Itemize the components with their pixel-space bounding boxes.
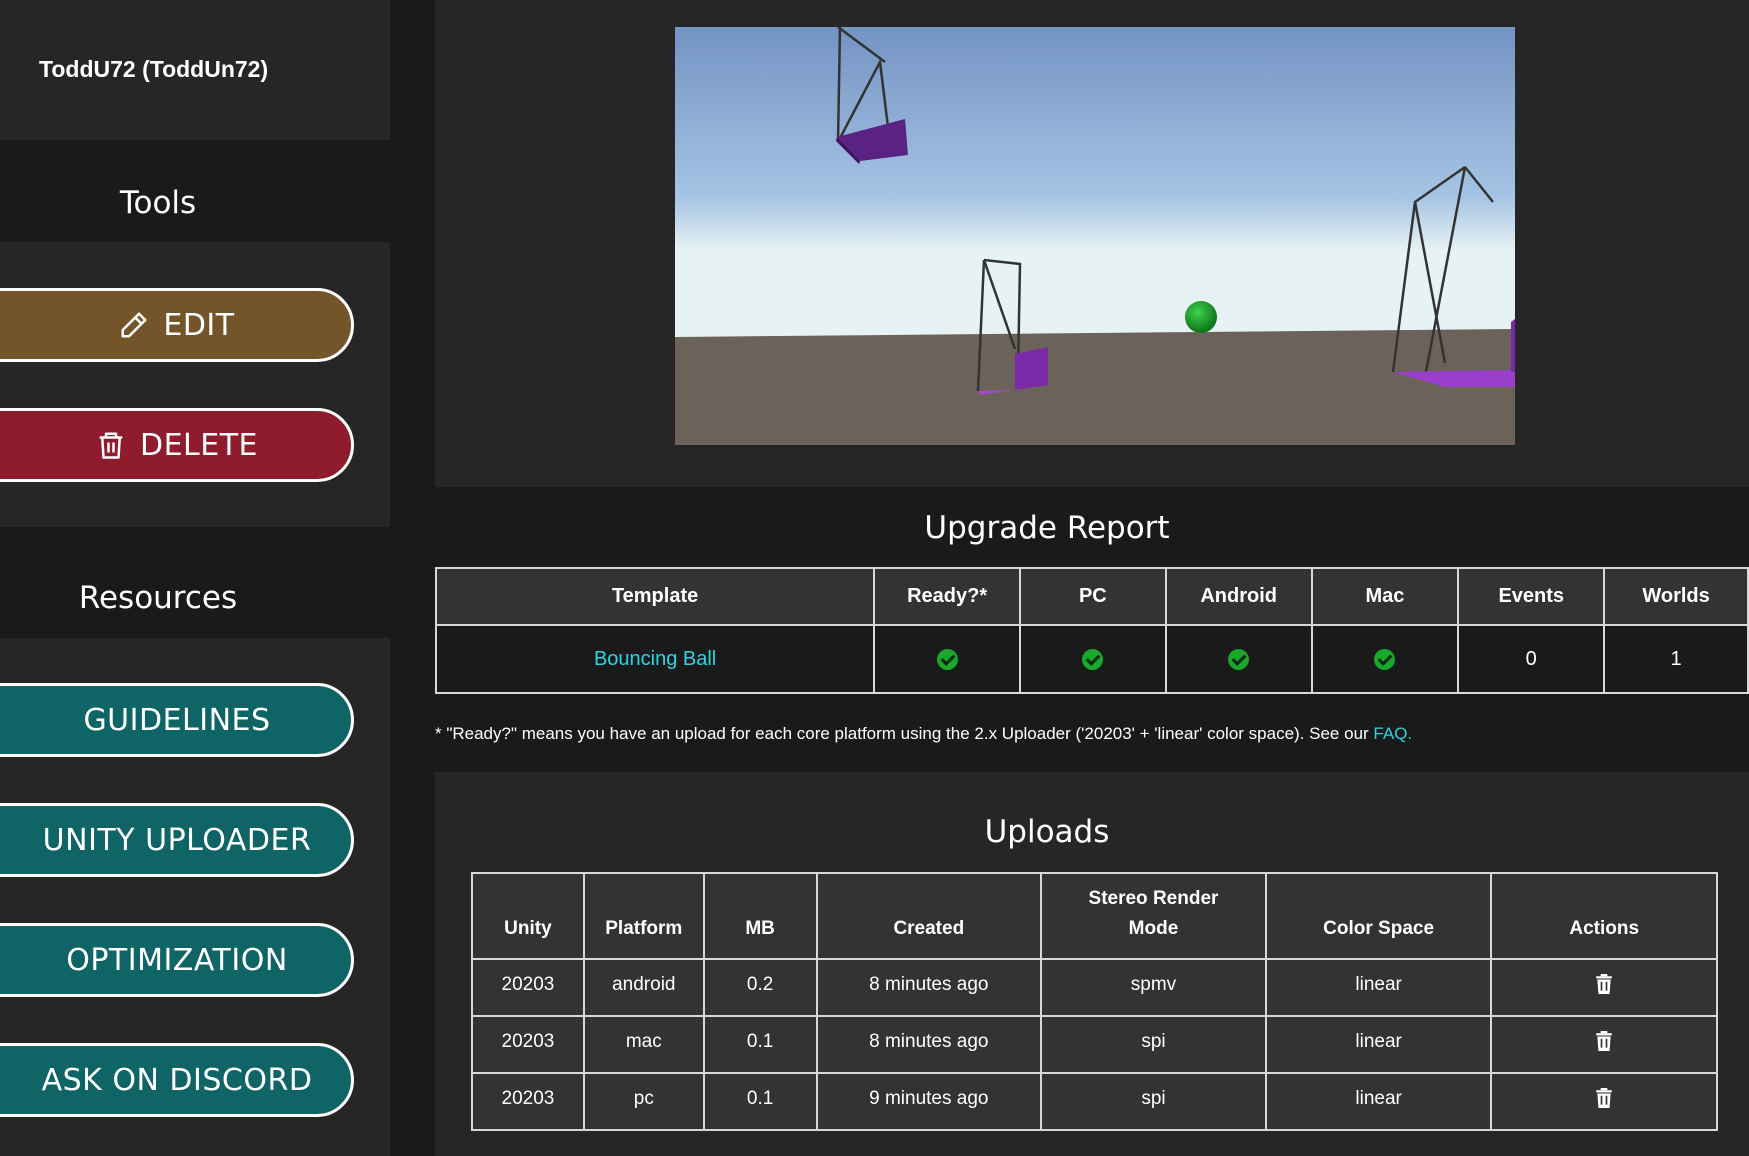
footnote-text: * "Ready?" means you have an upload for … xyxy=(435,724,1374,743)
table-row: Bouncing Ball 0 1 xyxy=(434,624,1749,694)
size-mb: 0.2 xyxy=(702,958,818,1017)
guidelines-label: GUIDELINES xyxy=(83,702,271,738)
column-header: Color Space xyxy=(1264,872,1493,960)
tools-heading: Tools xyxy=(119,185,197,221)
check-circle-icon xyxy=(1082,648,1104,670)
platform: android xyxy=(582,958,705,1017)
column-header: Android xyxy=(1164,567,1313,626)
ask-on-discord-label: ASK ON DISCORD xyxy=(41,1062,313,1098)
uploads-title: Uploads xyxy=(984,814,1110,850)
uploads-panel: Uploads Unity Platform MB Created Stereo… xyxy=(435,772,1749,1156)
column-header: Actions xyxy=(1490,872,1718,960)
table-row: 20203 android 0.2 8 minutes ago spmv lin… xyxy=(471,958,1718,1017)
upgrade-report-table: Template Ready?* PC Android Mac Events W… xyxy=(434,567,1749,694)
trash-icon[interactable] xyxy=(1595,1031,1613,1052)
tools-panel: EDIT DELETE xyxy=(0,242,390,527)
table-header-row: Unity Platform MB Created Stereo Render … xyxy=(471,872,1718,960)
ready-footnote: * "Ready?" means you have an upload for … xyxy=(435,724,1412,744)
trash-icon[interactable] xyxy=(1595,1088,1613,1109)
user-panel: ToddU72 (ToddUn72) xyxy=(0,0,390,140)
column-header: Ready?* xyxy=(873,567,1022,626)
optimization-label: OPTIMIZATION xyxy=(66,942,288,978)
ask-on-discord-button[interactable]: ASK ON DISCORD xyxy=(0,1043,354,1117)
optimization-button[interactable]: OPTIMIZATION xyxy=(0,923,354,997)
edit-button-label: EDIT xyxy=(163,307,235,343)
table-row: 20203 pc 0.1 9 minutes ago spi linear xyxy=(471,1072,1718,1131)
stereo-mode: spi xyxy=(1040,1015,1267,1074)
size-mb: 0.1 xyxy=(702,1072,818,1131)
unity-uploader-label: UNITY UPLOADER xyxy=(42,822,312,858)
pencil-icon xyxy=(121,312,147,338)
trash-icon[interactable] xyxy=(1595,974,1613,995)
column-header: Stereo Render Mode xyxy=(1040,872,1267,960)
user-name: ToddU72 (ToddUn72) xyxy=(39,56,269,82)
created-time: 9 minutes ago xyxy=(815,1072,1043,1131)
uploads-table: Unity Platform MB Created Stereo Render … xyxy=(471,872,1718,1131)
trash-icon xyxy=(99,432,123,459)
guidelines-button[interactable]: GUIDELINES xyxy=(0,683,354,757)
column-header: PC xyxy=(1019,567,1167,626)
column-header: Unity xyxy=(471,872,585,960)
unity-version: 20203 xyxy=(471,958,585,1017)
column-header: MB xyxy=(702,872,818,960)
faq-link[interactable]: FAQ. xyxy=(1373,724,1412,743)
column-header: Mac xyxy=(1310,567,1460,626)
sidebar: ToddU72 (ToddUn72) Tools EDIT DELETE Res… xyxy=(0,0,390,1156)
stereo-mode: spi xyxy=(1040,1072,1267,1131)
created-time: 8 minutes ago xyxy=(815,958,1043,1017)
template-link[interactable]: Bouncing Ball xyxy=(594,648,716,670)
table-row: 20203 mac 0.1 8 minutes ago spi linear xyxy=(471,1015,1718,1074)
column-header: Events xyxy=(1457,567,1606,626)
unity-version: 20203 xyxy=(471,1072,585,1131)
size-mb: 0.1 xyxy=(702,1015,818,1074)
delete-button-label: DELETE xyxy=(139,427,258,463)
stereo-mode: spmv xyxy=(1040,958,1267,1017)
events-count: 0 xyxy=(1457,624,1606,694)
preview-panel xyxy=(435,0,1749,487)
table-header-row: Template Ready?* PC Android Mac Events W… xyxy=(434,567,1749,626)
color-space: linear xyxy=(1264,1072,1493,1131)
delete-button[interactable]: DELETE xyxy=(0,408,354,482)
resources-heading: Resources xyxy=(78,580,238,616)
check-circle-icon xyxy=(1374,648,1396,670)
column-header: Created xyxy=(815,872,1043,960)
column-header: Worlds xyxy=(1603,567,1749,626)
edit-button[interactable]: EDIT xyxy=(0,288,354,362)
platform: mac xyxy=(582,1015,705,1074)
column-header: Platform xyxy=(582,872,705,960)
unity-version: 20203 xyxy=(471,1015,585,1074)
column-header: Template xyxy=(434,567,876,626)
created-time: 8 minutes ago xyxy=(815,1015,1043,1074)
main-content: Upgrade Report Template Ready?* PC Andro… xyxy=(434,0,1749,1156)
worlds-count: 1 xyxy=(1603,624,1749,694)
upgrade-report-title: Upgrade Report xyxy=(924,510,1170,546)
platform: pc xyxy=(582,1072,705,1131)
check-circle-icon xyxy=(1228,648,1250,670)
unity-uploader-button[interactable]: UNITY UPLOADER xyxy=(0,803,354,877)
world-preview-image xyxy=(675,27,1515,445)
check-circle-icon xyxy=(936,648,958,670)
color-space: linear xyxy=(1264,958,1493,1017)
resources-panel: GUIDELINES UNITY UPLOADER OPTIMIZATION A… xyxy=(0,638,390,1156)
color-space: linear xyxy=(1264,1015,1493,1074)
